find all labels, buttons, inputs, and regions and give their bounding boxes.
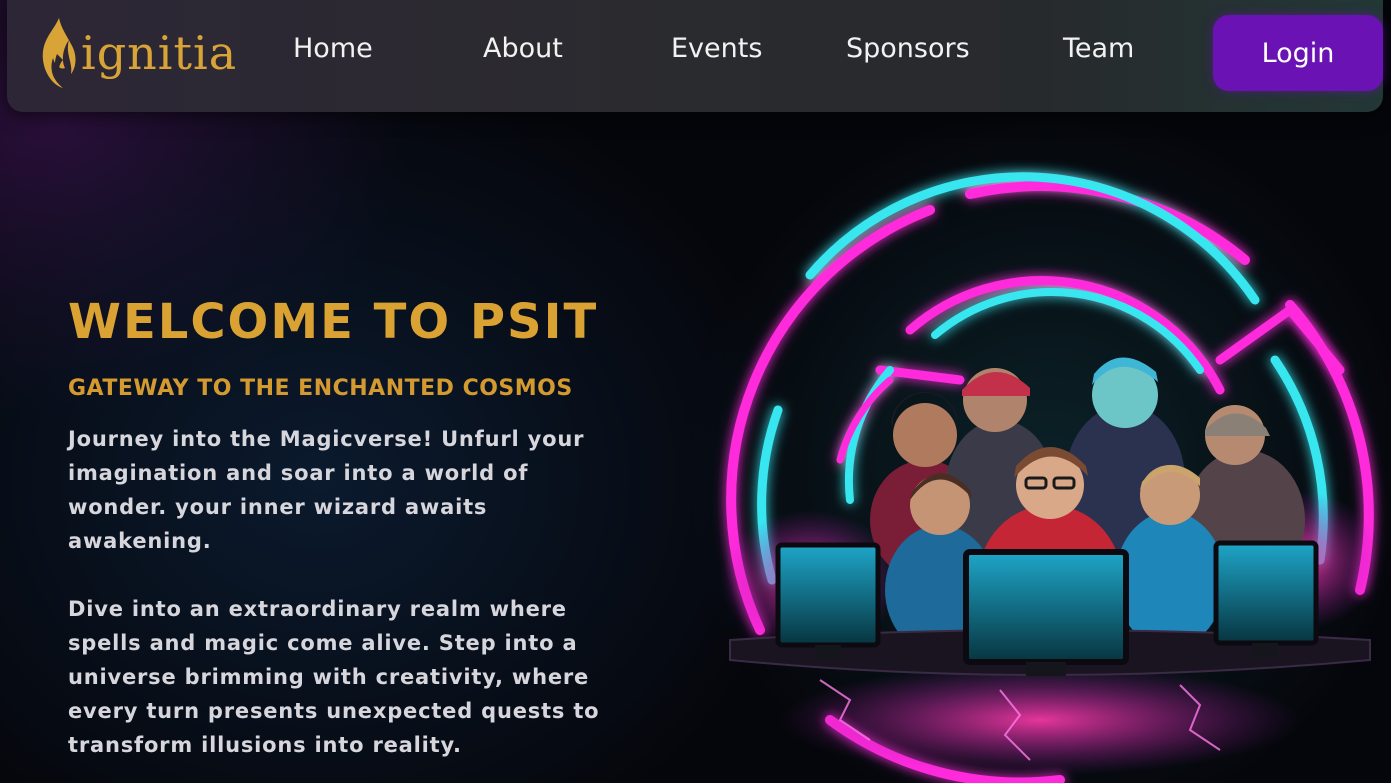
logo-text: ignitia	[81, 26, 238, 80]
gamers-neon-illustration	[720, 172, 1380, 783]
login-button[interactable]: Login	[1213, 15, 1383, 91]
nav-link-home[interactable]: Home	[293, 33, 373, 64]
page: ignitia Home About Events Sponsors Team …	[0, 0, 1391, 783]
flame-icon	[42, 18, 76, 88]
hero-subtitle: GATEWAY TO THE ENCHANTED COSMOS	[68, 376, 573, 401]
nav-link-events[interactable]: Events	[671, 33, 762, 64]
logo[interactable]: ignitia	[35, 14, 240, 92]
nav-link-sponsors[interactable]: Sponsors	[846, 33, 970, 64]
hero-paragraph-2: Dive into an extraordinary realm where s…	[68, 597, 600, 757]
hero-paragraph-1: Journey into the Magicverse! Unfurl your…	[68, 427, 585, 553]
nav-link-team[interactable]: Team	[1063, 33, 1134, 64]
paint-splash-bottom	[780, 665, 1300, 775]
top-navbar: ignitia Home About Events Sponsors Team …	[7, 0, 1383, 112]
hero-title: WELCOME TO PSIT	[68, 294, 599, 350]
nav-link-about[interactable]: About	[483, 33, 563, 64]
